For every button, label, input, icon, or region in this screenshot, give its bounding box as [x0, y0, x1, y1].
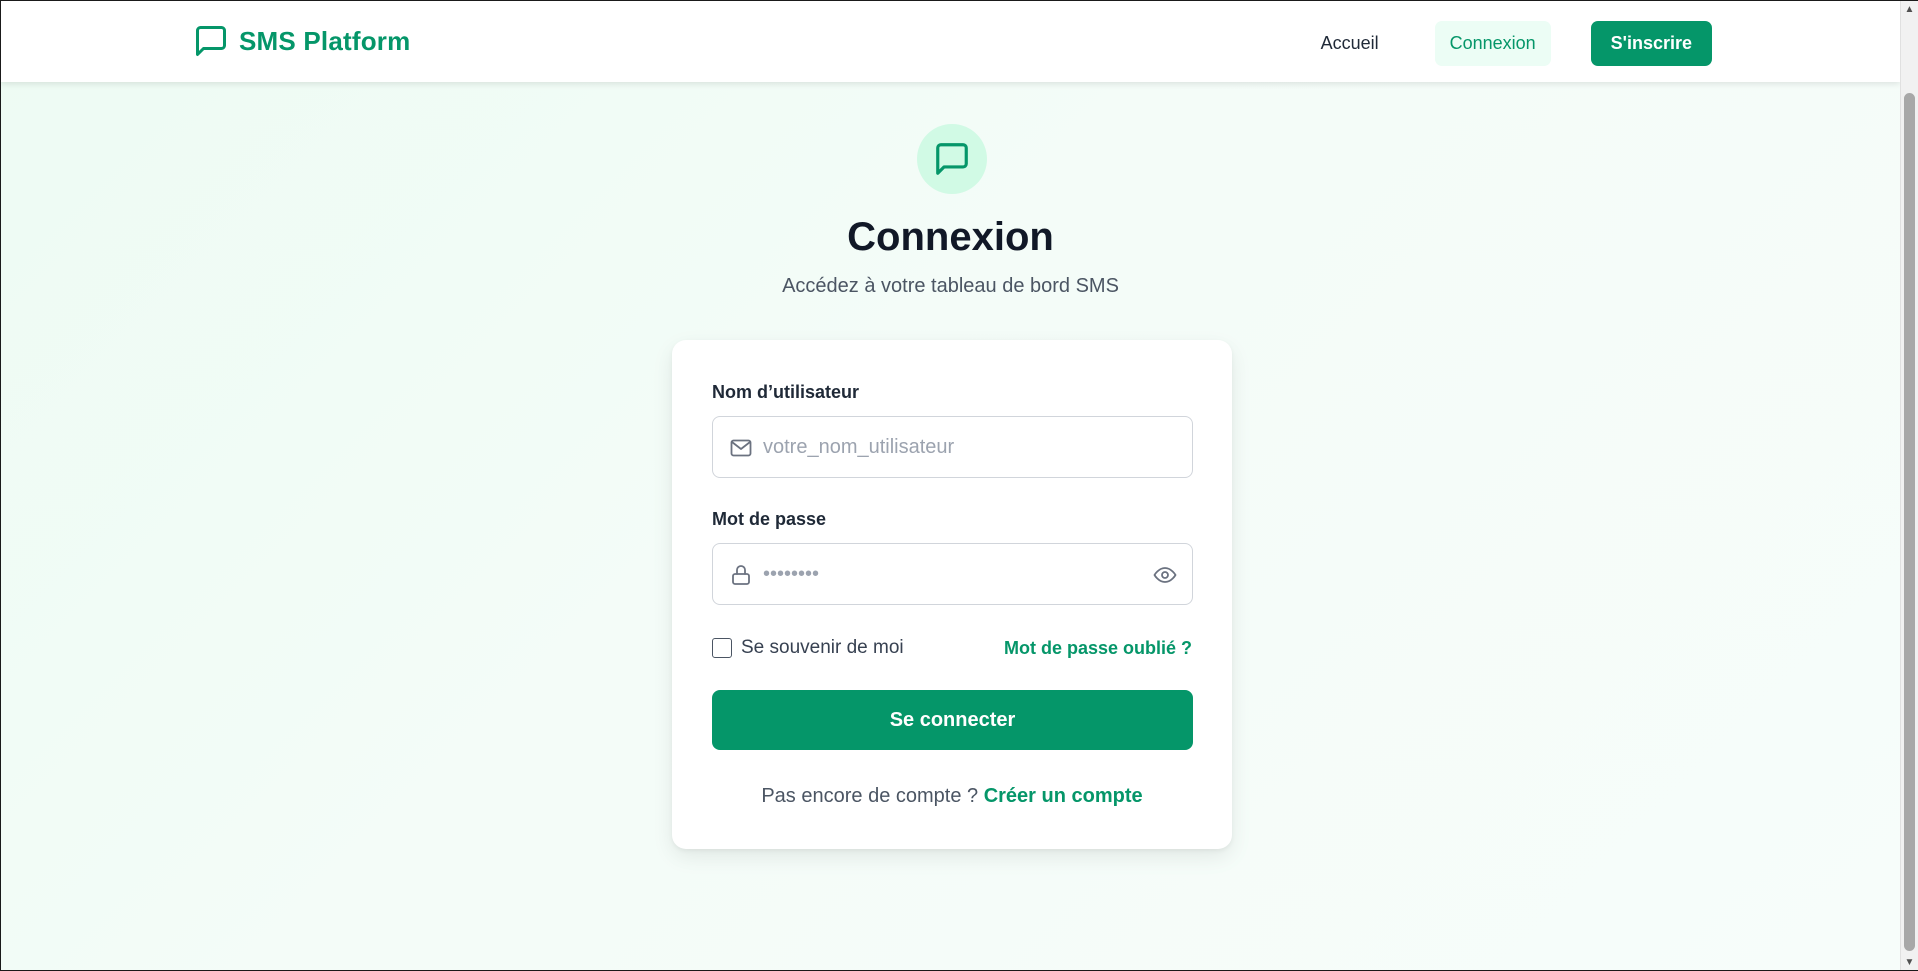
nav-home-link[interactable]: Accueil	[1299, 22, 1401, 65]
brand-logo-link[interactable]: SMS Platform	[193, 23, 410, 59]
nav-links: Accueil Connexion S'inscrire	[1299, 21, 1712, 66]
page-viewport: SMS Platform Accueil Connexion S'inscrir…	[1, 1, 1900, 970]
remember-me-checkbox[interactable]	[712, 638, 732, 658]
scroll-down-arrow-icon[interactable]: ▼	[1901, 954, 1918, 970]
signup-prompt-text: Pas encore de compte ?	[761, 785, 979, 807]
signup-prompt: Pas encore de compte ? Créer un compte	[672, 785, 1232, 808]
page-title: Connexion	[847, 215, 1054, 259]
create-account-link[interactable]: Créer un compte	[984, 785, 1143, 807]
password-label: Mot de passe	[712, 509, 827, 529]
username-field-wrapper	[712, 416, 1193, 478]
scrollbar-thumb[interactable]	[1904, 93, 1915, 951]
hero-icon-badge	[917, 124, 987, 194]
eye-icon[interactable]	[1152, 563, 1178, 587]
vertical-scrollbar[interactable]: ▲ ▼	[1900, 1, 1918, 970]
login-submit-button[interactable]: Se connecter	[712, 690, 1193, 750]
password-field-wrapper	[712, 543, 1193, 605]
remember-me-row: Se souvenir de moi	[712, 637, 904, 659]
login-form-card: Nom d’utilisateur Mot de passe	[672, 340, 1232, 849]
nav-login-link[interactable]: Connexion	[1434, 21, 1551, 66]
message-square-icon	[193, 23, 229, 59]
nav-signup-button[interactable]: S'inscrire	[1590, 21, 1712, 66]
mail-icon	[729, 436, 753, 460]
password-input[interactable]	[763, 544, 1143, 604]
top-navbar: SMS Platform Accueil Connexion S'inscrir…	[1, 1, 1900, 82]
message-square-icon	[933, 140, 971, 178]
username-input[interactable]	[763, 417, 1143, 477]
page-subtitle: Accédez à votre tableau de bord SMS	[782, 275, 1119, 297]
scroll-up-arrow-icon[interactable]: ▲	[1901, 1, 1918, 17]
brand-name: SMS Platform	[239, 25, 411, 56]
lock-icon	[729, 563, 753, 587]
remember-me-label[interactable]: Se souvenir de moi	[741, 637, 904, 659]
username-label: Nom d’utilisateur	[712, 382, 860, 402]
forgot-password-link[interactable]: Mot de passe oublié ?	[1004, 638, 1192, 659]
